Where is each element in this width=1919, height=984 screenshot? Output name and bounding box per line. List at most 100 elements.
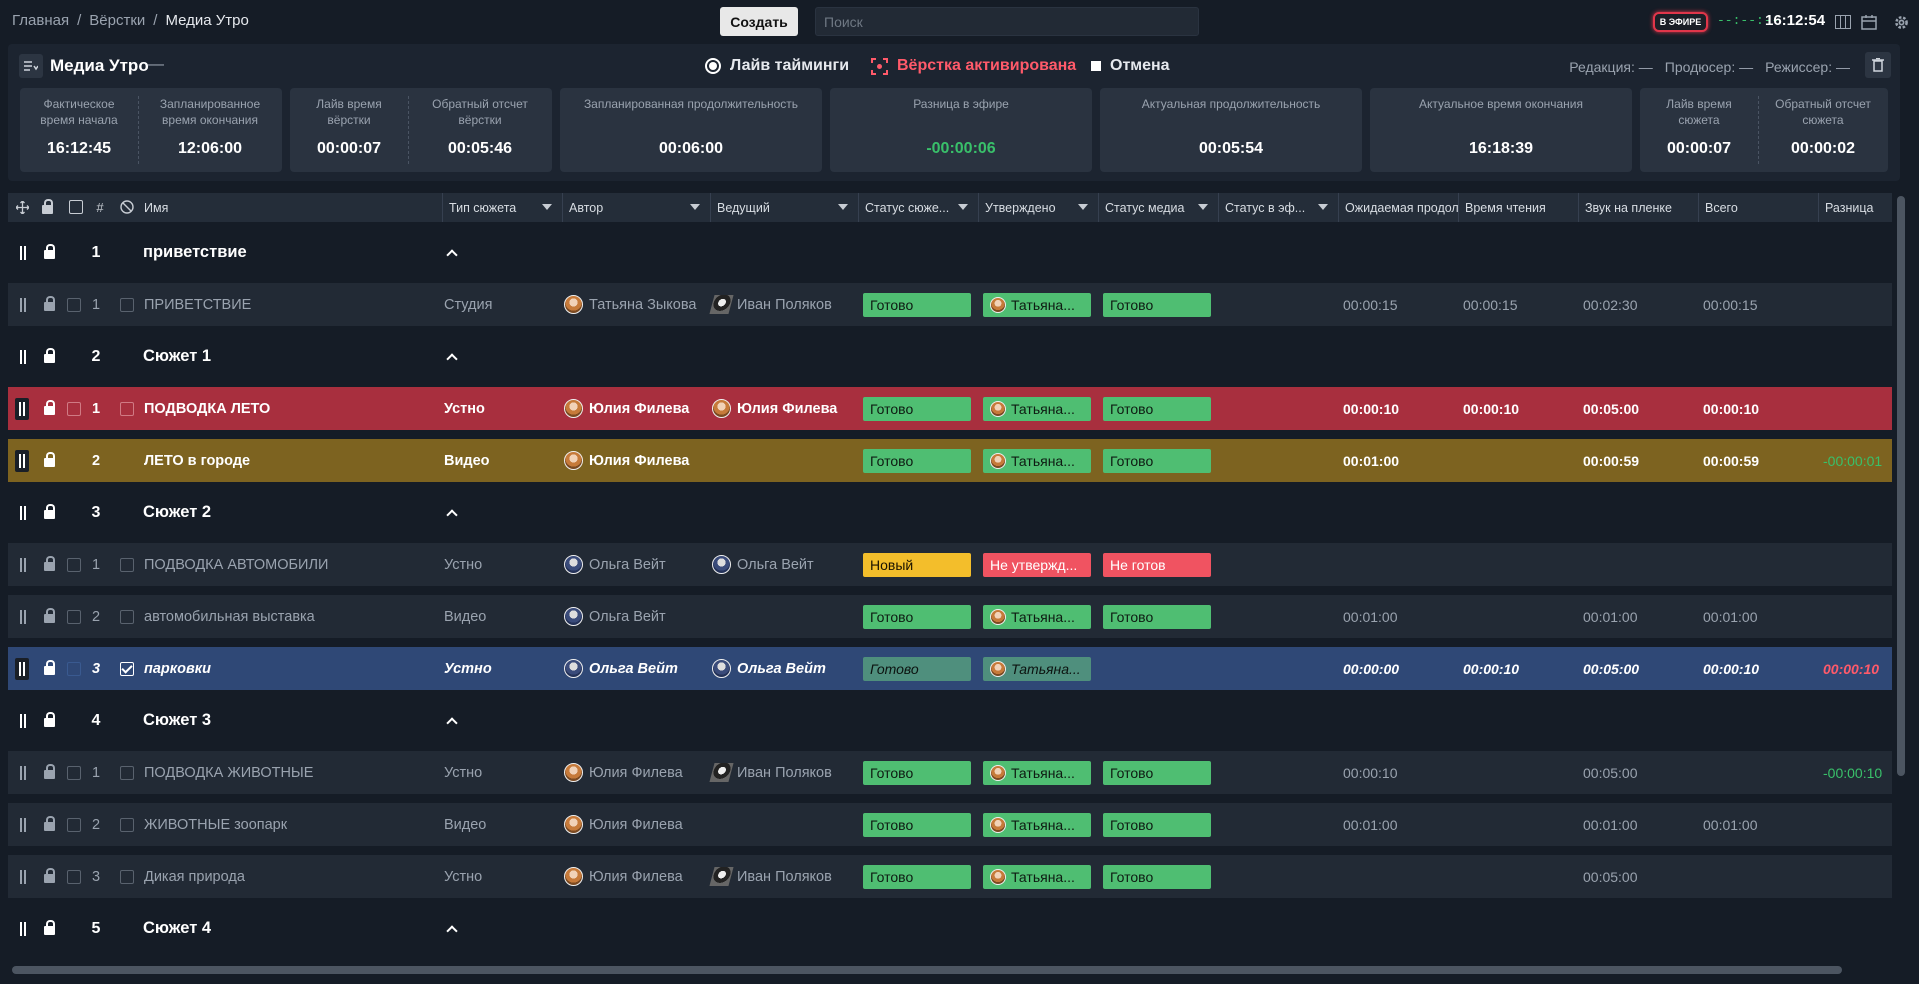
lock-icon[interactable] — [44, 335, 55, 378]
move-icon[interactable] — [13, 198, 31, 216]
story-author[interactable]: Ольга Вейт — [564, 595, 666, 638]
drag-handle-icon[interactable] — [15, 439, 29, 482]
row-select-checkbox[interactable] — [67, 803, 81, 846]
col-expected[interactable]: Ожидаемая продол — [1339, 193, 1459, 222]
story-type[interactable]: Видео — [444, 595, 486, 638]
group-row[interactable]: 2 Сюжет 1 — [8, 335, 1892, 378]
story-author[interactable]: Юлия Филева — [564, 439, 689, 482]
trash-icon[interactable] — [1865, 52, 1891, 78]
drag-handle-icon[interactable] — [20, 231, 26, 274]
row-select-checkbox[interactable] — [67, 283, 81, 326]
story-status[interactable]: Готово — [863, 595, 971, 638]
chevron-up-icon[interactable] — [446, 335, 458, 378]
story-status[interactable]: Готово — [863, 803, 971, 846]
col-tape-sound[interactable]: Звук на пленке — [1579, 193, 1699, 222]
story-type[interactable]: Устно — [444, 751, 482, 794]
drag-handle-icon[interactable] — [20, 803, 26, 846]
lock-icon[interactable] — [44, 491, 55, 534]
story-status[interactable]: Готово — [863, 439, 971, 482]
drag-handle-icon[interactable] — [15, 387, 29, 430]
lock-icon[interactable] — [38, 198, 56, 216]
drag-handle-icon[interactable] — [20, 595, 26, 638]
drag-handle-icon[interactable] — [20, 907, 26, 950]
story-row[interactable]: 1 ПОДВОДКА ЛЕТО Устно Юлия Филева Юлия Ф… — [8, 387, 1892, 430]
story-checkbox[interactable] — [120, 283, 134, 326]
drag-handle-icon[interactable] — [20, 491, 26, 534]
drag-handle-icon[interactable] — [20, 699, 26, 742]
row-select-checkbox[interactable] — [67, 595, 81, 638]
story-name[interactable]: ПОДВОДКА ЛЕТО — [144, 387, 270, 430]
row-select-checkbox[interactable] — [67, 543, 81, 586]
chevron-up-icon[interactable] — [446, 699, 458, 742]
story-type[interactable]: Устно — [444, 543, 482, 586]
lock-icon[interactable] — [44, 803, 55, 846]
media-status[interactable]: Готово — [1103, 595, 1211, 638]
story-name[interactable]: ПОДВОДКА ЖИВОТНЫЕ — [144, 751, 313, 794]
story-host[interactable]: Ольга Вейт — [712, 647, 826, 690]
media-status[interactable]: Готово — [1103, 283, 1211, 326]
lock-icon[interactable] — [44, 855, 55, 898]
col-media-status[interactable]: Статус медиа — [1099, 193, 1219, 222]
gear-icon[interactable] — [1890, 11, 1912, 33]
search-input[interactable] — [815, 7, 1199, 36]
horizontal-scrollbar[interactable] — [12, 966, 1842, 974]
story-type[interactable]: Устно — [444, 647, 492, 690]
approved-status[interactable]: Татьяна... — [983, 283, 1091, 326]
col-diff[interactable]: Разница — [1819, 193, 1892, 222]
story-name[interactable]: ЛЕТО в городе — [144, 439, 250, 482]
lock-icon[interactable] — [44, 283, 55, 326]
breadcrumb-home[interactable]: Главная — [12, 12, 69, 29]
story-author[interactable]: Ольга Вейт — [564, 647, 678, 690]
story-row[interactable]: 2 ЛЕТО в городе Видео Юлия Филева Готово… — [8, 439, 1892, 482]
story-author[interactable]: Ольга Вейт — [564, 543, 666, 586]
media-status[interactable]: Готово — [1103, 439, 1211, 482]
live-timing-toggle[interactable]: Лайв тайминги — [705, 57, 849, 75]
group-row[interactable]: 4 Сюжет 3 — [8, 699, 1892, 742]
lock-icon[interactable] — [44, 439, 55, 482]
drag-handle-icon[interactable] — [20, 543, 26, 586]
story-type[interactable]: Видео — [444, 439, 490, 482]
create-button[interactable]: Создать — [720, 7, 798, 36]
drag-handle-icon[interactable] — [20, 283, 26, 326]
media-status[interactable]: Готово — [1103, 751, 1211, 794]
columns-view-icon[interactable] — [1832, 11, 1854, 33]
approved-status[interactable]: Татьяна... — [983, 855, 1091, 898]
drag-handle-icon[interactable] — [15, 647, 29, 690]
approved-status[interactable]: Татьяна... — [983, 439, 1091, 482]
story-row-selected[interactable]: 3 парковки Устно Ольга Вейт Ольга Вейт Г… — [8, 647, 1892, 690]
chevron-up-icon[interactable] — [446, 907, 458, 950]
story-status[interactable]: Готово — [863, 283, 971, 326]
col-author[interactable]: Автор — [563, 193, 711, 222]
media-status[interactable]: Готово — [1103, 855, 1211, 898]
drag-handle-icon[interactable] — [20, 751, 26, 794]
story-status[interactable]: Готово — [863, 855, 971, 898]
lock-icon[interactable] — [44, 595, 55, 638]
story-checkbox[interactable] — [120, 803, 134, 846]
row-select-checkbox[interactable] — [67, 387, 81, 430]
group-name[interactable]: Сюжет 2 — [143, 491, 211, 534]
story-status[interactable]: Готово — [863, 647, 971, 690]
col-type[interactable]: Тип сюжета — [443, 193, 563, 222]
story-host[interactable]: Иван Поляков — [709, 283, 832, 326]
story-author[interactable]: Юлия Филева — [564, 803, 683, 846]
chevron-up-icon[interactable] — [446, 491, 458, 534]
hidden-icon[interactable] — [118, 198, 136, 216]
story-row[interactable]: 2 ЖИВОТНЫЕ зоопарк Видео Юлия Филева Гот… — [8, 803, 1892, 846]
approved-status[interactable]: Не утвержд... — [983, 543, 1091, 586]
group-row[interactable]: 1 приветствие — [8, 231, 1892, 274]
media-status[interactable]: Не готов — [1103, 543, 1211, 586]
story-checkbox[interactable] — [120, 595, 134, 638]
group-row[interactable]: 3 Сюжет 2 — [8, 491, 1892, 534]
drag-handle-icon[interactable] — [20, 855, 26, 898]
media-status[interactable]: Готово — [1103, 387, 1211, 430]
col-read-time[interactable]: Время чтения — [1459, 193, 1579, 222]
story-host[interactable]: Ольга Вейт — [712, 543, 814, 586]
story-name[interactable]: ПОДВОДКА АВТОМОБИЛИ — [144, 543, 328, 586]
story-name[interactable]: Дикая природа — [144, 855, 245, 898]
story-host[interactable]: Иван Поляков — [709, 751, 832, 794]
group-name[interactable]: Сюжет 1 — [143, 335, 211, 378]
story-checkbox[interactable] — [120, 855, 134, 898]
col-approved[interactable]: Утверждено — [979, 193, 1099, 222]
lock-icon[interactable] — [44, 647, 55, 690]
drag-handle-icon[interactable] — [20, 335, 26, 378]
